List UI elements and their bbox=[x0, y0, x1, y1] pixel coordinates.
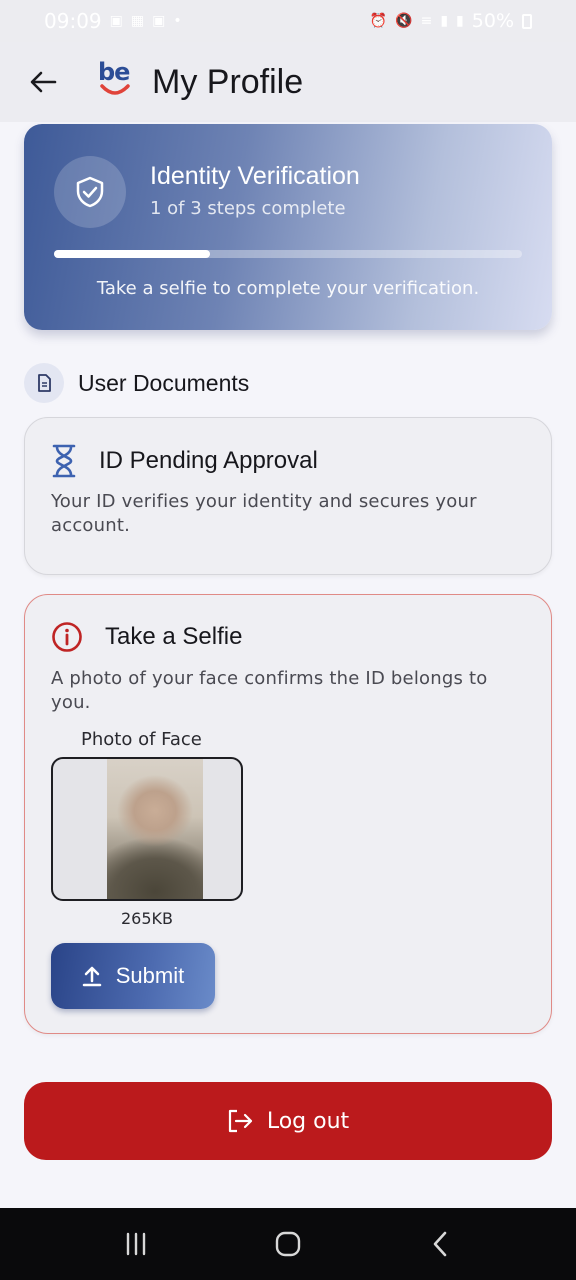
page-title: My Profile bbox=[152, 62, 304, 101]
back-button[interactable] bbox=[28, 67, 58, 97]
photo-label: Photo of Face bbox=[81, 729, 202, 750]
shield-check-icon bbox=[76, 176, 104, 208]
logout-icon bbox=[228, 1109, 252, 1133]
user-documents-header: User Documents bbox=[24, 362, 249, 404]
take-selfie-card: Take a Selfie A photo of your face confi… bbox=[24, 594, 552, 1034]
verification-title: Identity Verification bbox=[150, 162, 360, 190]
battery-icon bbox=[522, 13, 532, 29]
selfie-description: A photo of your face confirms the ID bel… bbox=[51, 668, 488, 713]
document-badge bbox=[24, 363, 64, 403]
hourglass-icon bbox=[52, 444, 76, 478]
shield-badge bbox=[54, 156, 126, 228]
submit-button[interactable]: Submit bbox=[51, 943, 215, 1009]
back-icon bbox=[433, 1231, 447, 1257]
alarm-icon: ⏰ bbox=[369, 13, 388, 29]
id-pending-title: ID Pending Approval bbox=[99, 447, 318, 474]
status-time: 09:09 bbox=[44, 9, 102, 33]
id-pending-header: ID Pending Approval bbox=[51, 444, 318, 478]
volte-icon: ≡ bbox=[420, 13, 433, 29]
identity-verification-card: Identity Verification 1 of 3 steps compl… bbox=[24, 124, 552, 330]
app-bar: be My Profile bbox=[0, 42, 576, 122]
selfie-header: Take a Selfie bbox=[51, 621, 242, 653]
info-circle-icon bbox=[52, 622, 82, 652]
logo-text: be bbox=[98, 58, 130, 86]
gallery-icon: ▦ bbox=[130, 13, 145, 29]
document-icon bbox=[38, 374, 51, 392]
signal-icon: ▮ bbox=[440, 13, 449, 29]
home-button[interactable] bbox=[258, 1214, 318, 1274]
status-bar-left: 09:09 ▣ ▦ ▣ • bbox=[44, 9, 182, 33]
message-icon: ▣ bbox=[152, 13, 166, 29]
id-pending-card[interactable]: ID Pending Approval Your ID verifies you… bbox=[24, 417, 552, 575]
arrow-left-icon bbox=[30, 71, 57, 93]
selfie-title: Take a Selfie bbox=[105, 623, 243, 650]
mute-icon: 🔇 bbox=[395, 13, 413, 29]
status-bar: 09:09 ▣ ▦ ▣ • ⏰ 🔇 ≡ ▮ ▮ 50% bbox=[0, 0, 576, 42]
verification-note: Take a selfie to complete your verificat… bbox=[96, 278, 480, 299]
battery-level: 50% bbox=[471, 10, 514, 32]
signal-icon: ▮ bbox=[456, 13, 464, 29]
submit-label: Submit bbox=[115, 963, 185, 988]
app-logo: be bbox=[96, 58, 136, 104]
verification-progress-bar bbox=[54, 250, 522, 258]
recent-apps-button[interactable] bbox=[106, 1214, 166, 1274]
nav-back-button[interactable] bbox=[410, 1214, 470, 1274]
recent-apps-icon bbox=[126, 1232, 146, 1256]
logout-button[interactable]: Log out bbox=[24, 1082, 552, 1160]
photo-file-size: 265KB bbox=[120, 909, 173, 928]
id-pending-description: Your ID verifies your identity and secur… bbox=[51, 491, 477, 536]
verification-steps: 1 of 3 steps complete bbox=[150, 198, 346, 219]
system-nav-bar bbox=[0, 1208, 576, 1280]
home-icon bbox=[275, 1231, 301, 1257]
logout-label: Log out bbox=[266, 1108, 350, 1134]
face-photo-preview[interactable] bbox=[51, 757, 243, 901]
section-title: User Documents bbox=[78, 369, 250, 396]
profile-screen: 09:09 ▣ ▦ ▣ • ⏰ 🔇 ≡ ▮ ▮ 50% be My Profil… bbox=[0, 0, 576, 1280]
dot-icon: • bbox=[173, 13, 182, 29]
status-bar-right: ⏰ 🔇 ≡ ▮ ▮ 50% bbox=[370, 10, 532, 32]
logo-smile-icon bbox=[100, 84, 130, 95]
message-icon: ▣ bbox=[109, 13, 123, 29]
face-photo-image bbox=[107, 759, 203, 899]
upload-icon bbox=[82, 966, 101, 987]
verification-progress-fill bbox=[54, 250, 210, 258]
